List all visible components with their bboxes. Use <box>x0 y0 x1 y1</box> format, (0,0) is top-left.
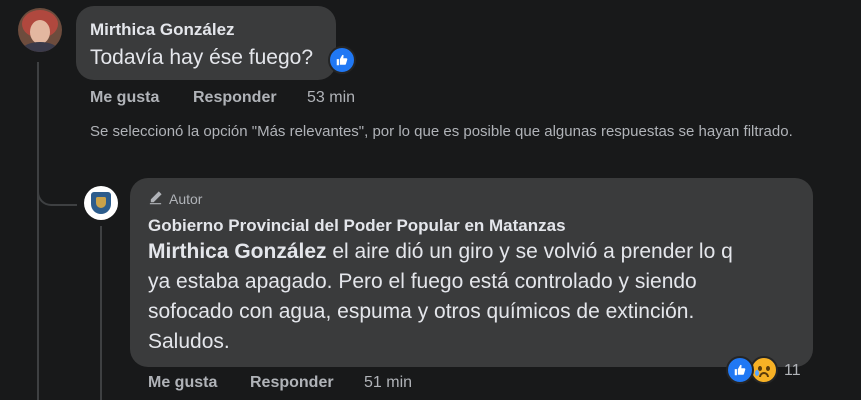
author-badge-label: Autor <box>169 191 203 207</box>
comment-author[interactable]: Mirthica González <box>90 20 235 40</box>
avatar-gobierno[interactable] <box>84 186 118 220</box>
author-badge: Autor <box>148 190 202 208</box>
reply-like-button[interactable]: Me gusta <box>148 374 217 392</box>
avatar-mirthica[interactable] <box>18 8 62 52</box>
reply-reply-button[interactable]: Responder <box>250 374 334 392</box>
reply-text-line-1: el aire dió un giro y se volvió a prende… <box>326 240 733 263</box>
filter-notice: Se seleccionó la opción "Más relevantes"… <box>90 123 793 140</box>
thread-line <box>37 62 39 400</box>
reply-timestamp[interactable]: 51 min <box>364 374 412 392</box>
like-reaction-icon[interactable] <box>726 356 754 384</box>
reply-text-line-4: Saludos. <box>148 330 230 353</box>
reply-thread-line <box>100 226 102 400</box>
comment-bubble: Mirthica González Todavía hay ése fuego? <box>76 6 336 80</box>
reply-author[interactable]: Gobierno Provincial del Poder Popular en… <box>148 216 566 236</box>
comment-timestamp[interactable]: 53 min <box>307 89 355 107</box>
reply-text-line-2: ya estaba apagado. Pero el fuego está co… <box>148 270 697 293</box>
reply-button[interactable]: Responder <box>193 89 277 107</box>
reply-text-line-3: sofocado con agua, espuma y otros químic… <box>148 300 695 323</box>
reaction-count[interactable]: 11 <box>784 362 801 380</box>
sad-reaction-icon[interactable] <box>750 356 778 384</box>
comment-text: Todavía hay ése fuego? <box>90 46 314 69</box>
reply-text: Mirthica González el aire dió un giro y … <box>148 237 798 357</box>
pencil-icon <box>148 190 163 208</box>
reply-mention[interactable]: Mirthica González <box>148 240 327 263</box>
thread-connector <box>37 176 77 206</box>
like-button[interactable]: Me gusta <box>90 89 159 107</box>
like-reaction-icon[interactable] <box>328 46 356 74</box>
